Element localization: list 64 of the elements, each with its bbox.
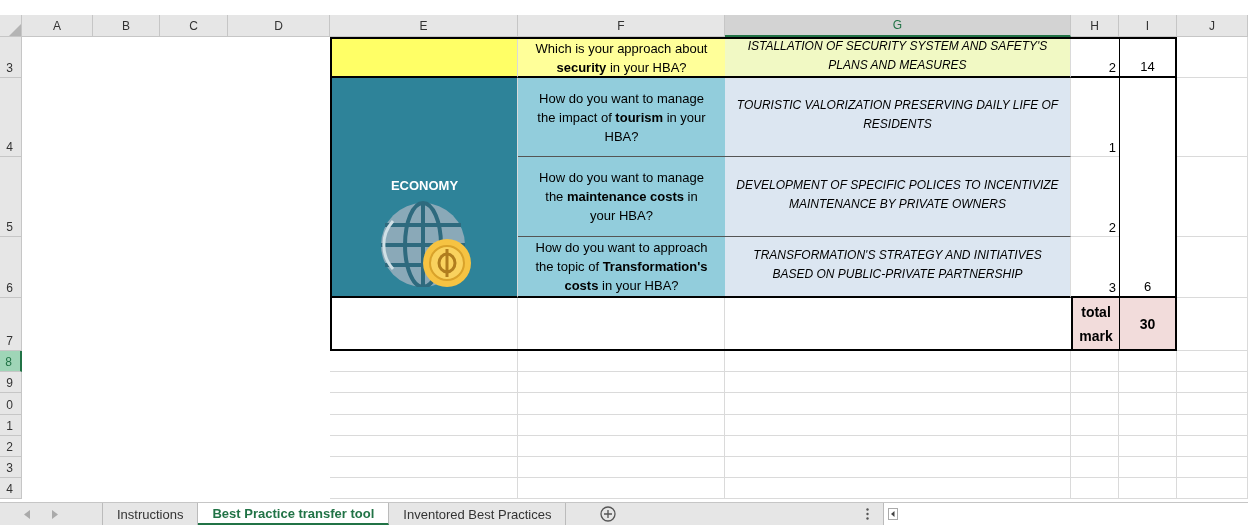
row-header[interactable]: 8 [0,351,22,372]
column-header[interactable]: I [1119,15,1177,37]
empty-cell [1071,351,1119,372]
row-header[interactable]: 6 [0,237,22,298]
category-title: ECONOMY [390,178,459,193]
empty-cell [1071,478,1119,499]
question-cell: How do you want to approach the topic of Transformation's costs in your HBA? [518,237,725,298]
answer-cell: DEVELOPMENT OF SPECIFIC POLICES TO INCENTIVIZE MAINTENANCE BY PRIVATE OWNERS [725,157,1071,237]
empty-cell [1177,351,1248,372]
column-header[interactable]: J [1177,15,1248,37]
row-header[interactable]: 4 [0,78,22,157]
empty-cell [1177,457,1248,478]
empty-cell [1071,393,1119,415]
column-header[interactable]: A [22,15,93,37]
row-header[interactable]: 2 [0,436,22,457]
empty-cell [1119,393,1177,415]
empty-cell [1177,237,1248,298]
empty-cell [1071,415,1119,436]
column-header[interactable]: F [518,15,725,37]
total-label: total mark [1071,298,1119,349]
add-sheet-icon[interactable] [600,506,617,522]
question-cell: How do you want to manage the maintenance costs in your HBA? [518,157,725,237]
empty-cell [1119,478,1177,499]
sheet-tab[interactable]: Best Practice transfer tool [198,503,390,525]
sheet-tab[interactable]: Inventored Best Practices [389,503,567,525]
column-header[interactable]: B [93,15,160,37]
column-header[interactable]: H [1071,15,1119,37]
empty-cell [1071,372,1119,393]
empty-cell [1177,478,1248,499]
empty-cell [1177,37,1248,78]
column-header[interactable]: G [725,15,1071,37]
more-icon[interactable] [866,508,869,520]
empty-cell [1119,415,1177,436]
empty-cell [1119,436,1177,457]
empty-cell [1119,372,1177,393]
row-header[interactable]: 3 [0,457,22,478]
empty-cell [1177,436,1248,457]
answer-cell: ISTALLATION OF SECURITY SYSTEM AND SAFETY'S PLANS AND MEASURES [725,39,1071,78]
empty-cell [1071,436,1119,457]
row-header[interactable]: 1 [0,415,22,436]
subtotal-cell: 6 [1119,78,1175,298]
empty-cell [1119,351,1177,372]
row-header[interactable]: 3 [0,37,22,78]
empty-cell [1071,457,1119,478]
column-header[interactable]: C [160,15,228,37]
empty-cell [1177,415,1248,436]
column-header[interactable]: D [228,15,330,37]
total-value: 30 [1119,298,1175,349]
row-header[interactable]: 5 [0,157,22,237]
row-header[interactable]: 9 [0,372,22,393]
empty-cell [1177,298,1248,351]
empty-cell [1177,372,1248,393]
scroll-left-icon[interactable] [888,508,898,520]
row-header[interactable]: 4 [0,478,22,499]
empty-cell [1177,393,1248,415]
answer-cell: TOURISTIC VALORIZATION PRESERVING DAILY LIFE OF RESIDENTS [725,78,1071,157]
question-cell: Which is your approach about security in your HBA? [518,39,725,78]
question-cell: How do you want to manage the impact of tourism in your HBA? [518,78,725,157]
row-header[interactable]: 0 [0,393,22,415]
answer-cell: TRANSFORMATION'S STRATEGY AND INITIATIVES BASED ON PUBLIC-PRIVATE PARTNERSHIP [725,237,1071,298]
subtotal-cell: 14 [1119,39,1175,78]
empty-cell [1119,457,1177,478]
column-header[interactable]: E [330,15,518,37]
row-header[interactable]: 7 [0,298,22,351]
